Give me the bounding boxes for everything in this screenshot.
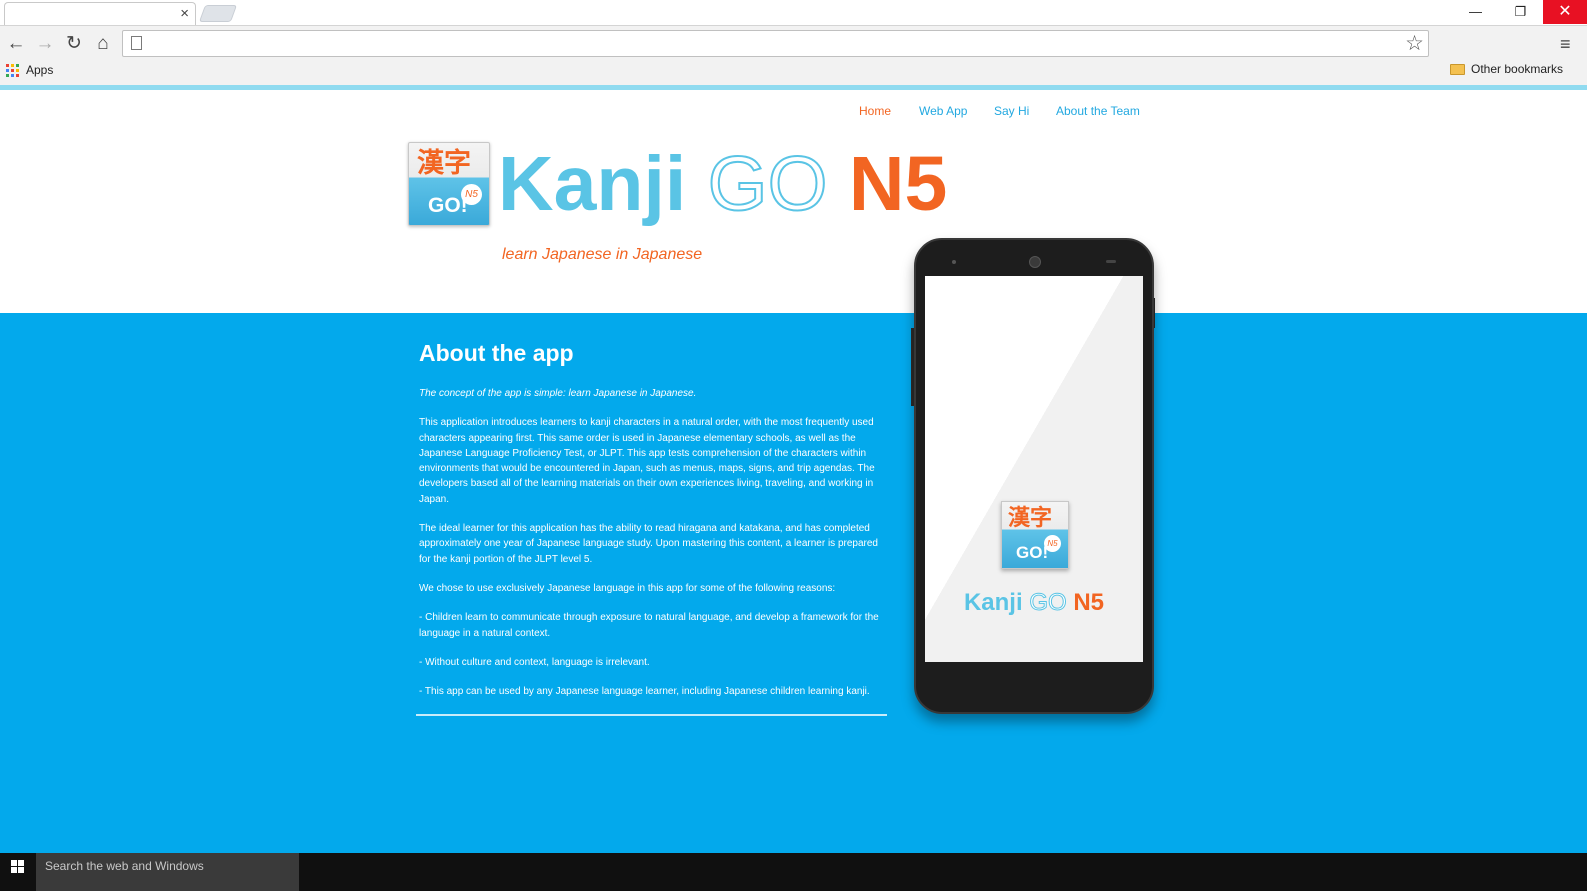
logo-n5-badge: N5 — [461, 184, 482, 205]
nav-link-home[interactable]: Home — [859, 104, 891, 118]
app-logo-icon: 漢字 GO! N5 — [408, 142, 490, 226]
site-navigation: Home Web App Say Hi About the Team — [0, 104, 1587, 120]
window-minimize-button[interactable]: — — [1453, 0, 1498, 24]
window-close-button[interactable]: ✕ — [1543, 0, 1587, 24]
about-paragraph: The concept of the app is simple: learn … — [419, 388, 697, 399]
nav-link-about-team[interactable]: About the Team — [1056, 104, 1140, 118]
nav-link-say-hi[interactable]: Say Hi — [994, 104, 1029, 118]
about-paragraph: - This app can be used by any Japanese l… — [419, 686, 870, 698]
phone-brand-kanji: Kanji — [963, 589, 1023, 616]
browser-tab-active[interactable]: × — [4, 2, 196, 26]
browser-menu-icon[interactable]: ≡ — [1560, 32, 1571, 56]
start-button[interactable] — [0, 853, 36, 891]
tab-close-icon[interactable]: × — [180, 6, 189, 22]
phone-brand-wordmark: Kanji GO N5 — [925, 589, 1143, 617]
logo-kanji-text: 漢字 — [417, 148, 471, 178]
about-paragraph: - Without culture and context, language … — [419, 656, 650, 668]
brand-wordmark: Kanji GO N5 — [498, 140, 947, 228]
brand-n5-word: N5 — [848, 141, 948, 227]
phone-brand-go: GO — [1029, 589, 1067, 617]
browser-toolbar: ← → ↻ ⌂ ☆ ≡ Apps Other bookmarks — [0, 25, 1587, 85]
home-icon[interactable]: ⌂ — [91, 32, 115, 56]
phone-screen: 漢字 GO! N5 Kanji GO N5 — [925, 276, 1143, 662]
about-title: About the app — [419, 340, 574, 366]
tagline: learn Japanese in Japanese — [502, 246, 703, 263]
phone-brand-n5: N5 — [1073, 589, 1105, 616]
section-divider — [416, 714, 887, 716]
folder-icon — [1450, 63, 1465, 75]
new-tab-button[interactable] — [198, 5, 238, 22]
about-paragraph: The ideal learner for this application h… — [419, 523, 878, 565]
brand-kanji-word: Kanji — [498, 141, 687, 227]
phone-sensor-icon — [1106, 260, 1116, 263]
bookmark-apps[interactable]: Apps — [6, 62, 53, 78]
bookmark-apps-label: Apps — [26, 63, 54, 77]
phone-icon-go: GO! — [1016, 543, 1049, 562]
reload-icon[interactable]: ↻ — [62, 32, 86, 56]
windows-logo-icon — [11, 860, 24, 873]
address-bar[interactable]: ☆ — [122, 30, 1429, 57]
forward-arrow-icon[interactable]: → — [33, 32, 57, 56]
about-paragraph: - Children learn to communicate through … — [419, 612, 879, 639]
window-restore-button[interactable]: ❐ — [1498, 0, 1543, 24]
taskbar-search-box[interactable]: Search the web and Windows — [36, 853, 299, 891]
about-paragraph: We chose to use exclusively Japanese lan… — [419, 582, 836, 594]
phone-app-icon: 漢字 GO! N5 — [1001, 501, 1069, 569]
phone-mockup: 漢字 GO! N5 Kanji GO N5 — [914, 238, 1154, 714]
phone-camera-icon — [952, 260, 956, 264]
phone-icon-kanji: 漢字 — [1008, 505, 1053, 530]
back-arrow-icon[interactable]: ← — [4, 32, 28, 56]
nav-link-web-app[interactable]: Web App — [919, 104, 967, 118]
brand-go-word: GO — [707, 140, 829, 228]
apps-grid-icon — [6, 63, 19, 77]
page-icon — [131, 36, 142, 50]
bookmark-star-icon[interactable]: ☆ — [1405, 31, 1424, 56]
browser-tab-strip: × — ❐ ✕ — [0, 0, 1587, 26]
bookmark-other[interactable]: Other bookmarks — [1450, 62, 1563, 76]
about-paragraph: This application introduces learners to … — [419, 417, 875, 505]
phone-icon-n5-badge: N5 — [1044, 535, 1061, 552]
taskbar-search-placeholder: Search the web and Windows — [45, 859, 204, 873]
phone-speaker-icon — [1029, 256, 1041, 268]
bookmark-other-label: Other bookmarks — [1471, 62, 1564, 76]
about-body: The concept of the app is simple: learn … — [419, 386, 887, 713]
os-taskbar: Search the web and Windows — [0, 853, 1587, 891]
